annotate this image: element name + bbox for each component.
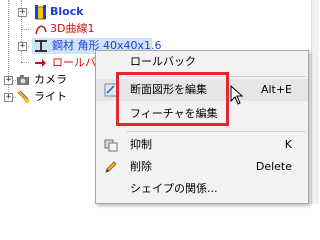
highlight-annotation-box xyxy=(116,72,229,126)
menu-item-delete[interactable]: 削除 Delete xyxy=(96,156,308,178)
menu-item-suppress[interactable]: 抑制 K xyxy=(96,134,308,156)
tree-item-label: Block xyxy=(50,5,84,18)
curve-icon xyxy=(35,25,47,35)
mouse-cursor-icon xyxy=(230,85,244,105)
tree-item-rollback[interactable]: ロールバッ xyxy=(32,55,107,71)
pencil-icon xyxy=(105,161,117,173)
tree-item-camera[interactable]: + カメラ xyxy=(0,72,70,88)
tree-item-label: カメラ xyxy=(34,73,67,86)
part-folder-icon xyxy=(35,5,46,20)
expand-icon[interactable]: + xyxy=(18,8,27,17)
expand-icon[interactable]: + xyxy=(4,76,13,85)
tree-item-label: 3D曲線1 xyxy=(50,22,95,35)
menu-separator xyxy=(126,131,306,132)
light-icon xyxy=(17,90,29,103)
tree-item-light[interactable]: + ライト xyxy=(0,89,70,105)
tree-guide-line xyxy=(21,62,29,63)
menu-item-label: 削除 xyxy=(130,160,152,173)
menu-item-label: 抑制 xyxy=(130,138,152,151)
steel-section-icon xyxy=(35,40,47,52)
expand-icon[interactable]: + xyxy=(18,42,27,51)
suppress-icon xyxy=(104,139,118,152)
menu-item-shortcut: Delete xyxy=(255,160,292,173)
menu-item-label: ロールバック xyxy=(130,55,196,68)
tree-item-label: ライト xyxy=(34,90,67,103)
menu-item-shortcut: Alt+E xyxy=(260,83,292,96)
tree-item-block[interactable]: + Block xyxy=(12,4,102,20)
rollback-arrow-icon xyxy=(35,59,46,67)
menu-item-rollback[interactable]: ロールバック xyxy=(96,51,308,73)
menu-item-label: シェイプの関係... xyxy=(130,182,218,195)
camera-icon xyxy=(17,75,29,85)
expand-icon[interactable]: + xyxy=(4,93,13,102)
menu-item-shortcut: K xyxy=(284,138,292,151)
vertical-scrollbar[interactable] xyxy=(311,0,319,204)
menu-item-shape-relations[interactable]: シェイプの関係... xyxy=(96,178,308,200)
tree-item-3d-curve[interactable]: 3D曲線1 xyxy=(12,21,112,37)
